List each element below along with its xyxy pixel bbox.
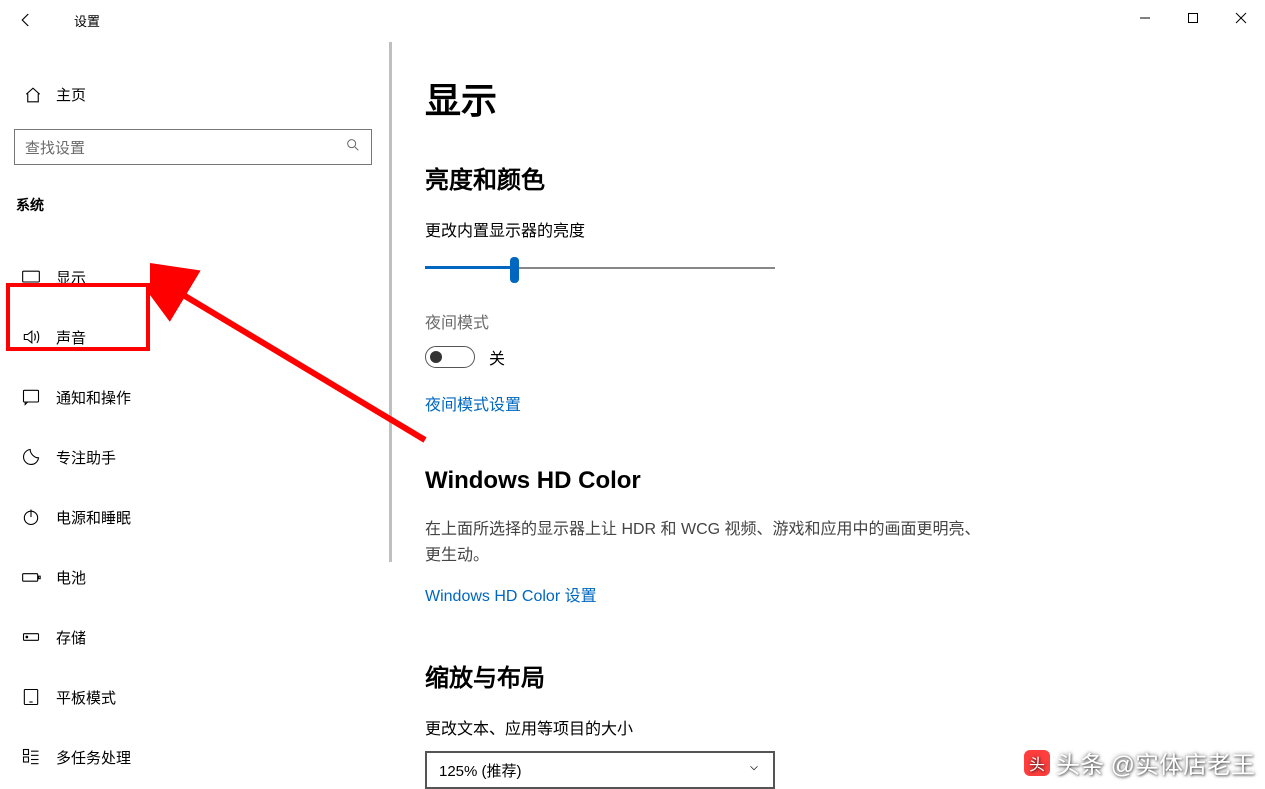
hdcolor-section: Windows HD Color 在上面所选择的显示器上让 HDR 和 WCG … bbox=[425, 467, 1265, 606]
nav-list: 显示 声音 通知和操作 专注助手 电源和睡眠 电池 bbox=[12, 247, 395, 787]
sidebar-item-power[interactable]: 电源和睡眠 bbox=[12, 487, 395, 547]
scale-label: 更改文本、应用等项目的大小 bbox=[425, 715, 1265, 739]
sidebar-item-multitask[interactable]: 多任务处理 bbox=[12, 727, 395, 787]
sidebar-item-sound[interactable]: 声音 bbox=[12, 307, 395, 367]
hdcolor-heading: Windows HD Color bbox=[425, 467, 1265, 495]
display-icon bbox=[18, 267, 44, 287]
sidebar-item-label: 专注助手 bbox=[56, 447, 116, 468]
home-icon bbox=[20, 86, 46, 104]
scale-dropdown[interactable]: 125% (推荐) bbox=[425, 751, 775, 789]
window-title: 设置 bbox=[74, 11, 100, 30]
scale-heading: 缩放与布局 bbox=[425, 658, 1265, 693]
notify-icon bbox=[18, 387, 44, 407]
sidebar-item-label: 平板模式 bbox=[56, 687, 116, 708]
sidebar-item-notifications[interactable]: 通知和操作 bbox=[12, 367, 395, 427]
watermark-text: 头条 @实体店老王 bbox=[1056, 745, 1255, 780]
slider-thumb[interactable] bbox=[510, 257, 519, 283]
minimize-button[interactable] bbox=[1121, 0, 1169, 36]
night-mode-label: 夜间模式 bbox=[425, 309, 1265, 333]
hdcolor-settings-link[interactable]: Windows HD Color 设置 bbox=[425, 582, 1265, 606]
watermark-logo-icon: 头 bbox=[1024, 750, 1050, 776]
sidebar-item-focus[interactable]: 专注助手 bbox=[12, 427, 395, 487]
titlebar: 设置 bbox=[0, 0, 1265, 40]
chevron-down-icon bbox=[747, 761, 761, 779]
search-placeholder: 查找设置 bbox=[25, 137, 85, 158]
search-icon bbox=[345, 137, 361, 157]
focus-icon bbox=[18, 447, 44, 467]
sidebar-item-storage[interactable]: 存储 bbox=[12, 607, 395, 667]
sound-icon bbox=[18, 327, 44, 347]
sidebar-item-label: 电源和睡眠 bbox=[56, 507, 131, 528]
page-title: 显示 bbox=[425, 72, 1265, 124]
sidebar-item-label: 存储 bbox=[56, 627, 86, 648]
window-controls bbox=[1121, 0, 1265, 36]
brightness-section: 亮度和颜色 更改内置显示器的亮度 夜间模式 关 夜间模式设置 bbox=[425, 160, 1265, 415]
sidebar-item-label: 显示 bbox=[56, 267, 86, 288]
sidebar-item-label: 电池 bbox=[56, 567, 86, 588]
home-label: 主页 bbox=[56, 84, 86, 105]
back-button[interactable] bbox=[6, 0, 46, 40]
sidebar: 主页 查找设置 系统 显示 声音 通知和操作 专注助手 bbox=[0, 40, 395, 788]
sidebar-item-label: 通知和操作 bbox=[56, 387, 131, 408]
sidebar-item-tablet[interactable]: 平板模式 bbox=[12, 667, 395, 727]
multitask-icon bbox=[18, 747, 44, 767]
close-button[interactable] bbox=[1217, 0, 1265, 36]
power-icon bbox=[18, 507, 44, 527]
tablet-icon bbox=[18, 687, 44, 707]
home-link[interactable]: 主页 bbox=[12, 70, 395, 119]
scrollbar[interactable] bbox=[389, 42, 392, 562]
storage-icon bbox=[18, 627, 44, 647]
sidebar-item-display[interactable]: 显示 bbox=[12, 247, 395, 307]
search-input[interactable]: 查找设置 bbox=[14, 129, 372, 165]
brightness-slider[interactable] bbox=[425, 253, 775, 277]
sidebar-item-label: 声音 bbox=[56, 327, 86, 348]
night-mode-settings-link[interactable]: 夜间模式设置 bbox=[425, 391, 1265, 415]
watermark: 头 头条 @实体店老王 bbox=[1024, 745, 1255, 780]
battery-icon bbox=[18, 567, 44, 587]
sidebar-item-battery[interactable]: 电池 bbox=[12, 547, 395, 607]
brightness-heading: 亮度和颜色 bbox=[425, 160, 1265, 195]
sidebar-item-label: 多任务处理 bbox=[56, 747, 131, 768]
dropdown-value: 125% (推荐) bbox=[439, 760, 522, 781]
brightness-slider-label: 更改内置显示器的亮度 bbox=[425, 217, 1265, 241]
content-area: 显示 亮度和颜色 更改内置显示器的亮度 夜间模式 关 夜间模式设置 Window… bbox=[395, 40, 1265, 788]
hdcolor-description: 在上面所选择的显示器上让 HDR 和 WCG 视频、游戏和应用中的画面更明亮、更… bbox=[425, 517, 985, 568]
section-label: 系统 bbox=[12, 195, 395, 215]
night-mode-state: 关 bbox=[489, 345, 505, 369]
maximize-button[interactable] bbox=[1169, 0, 1217, 36]
night-mode-toggle[interactable] bbox=[425, 346, 475, 368]
